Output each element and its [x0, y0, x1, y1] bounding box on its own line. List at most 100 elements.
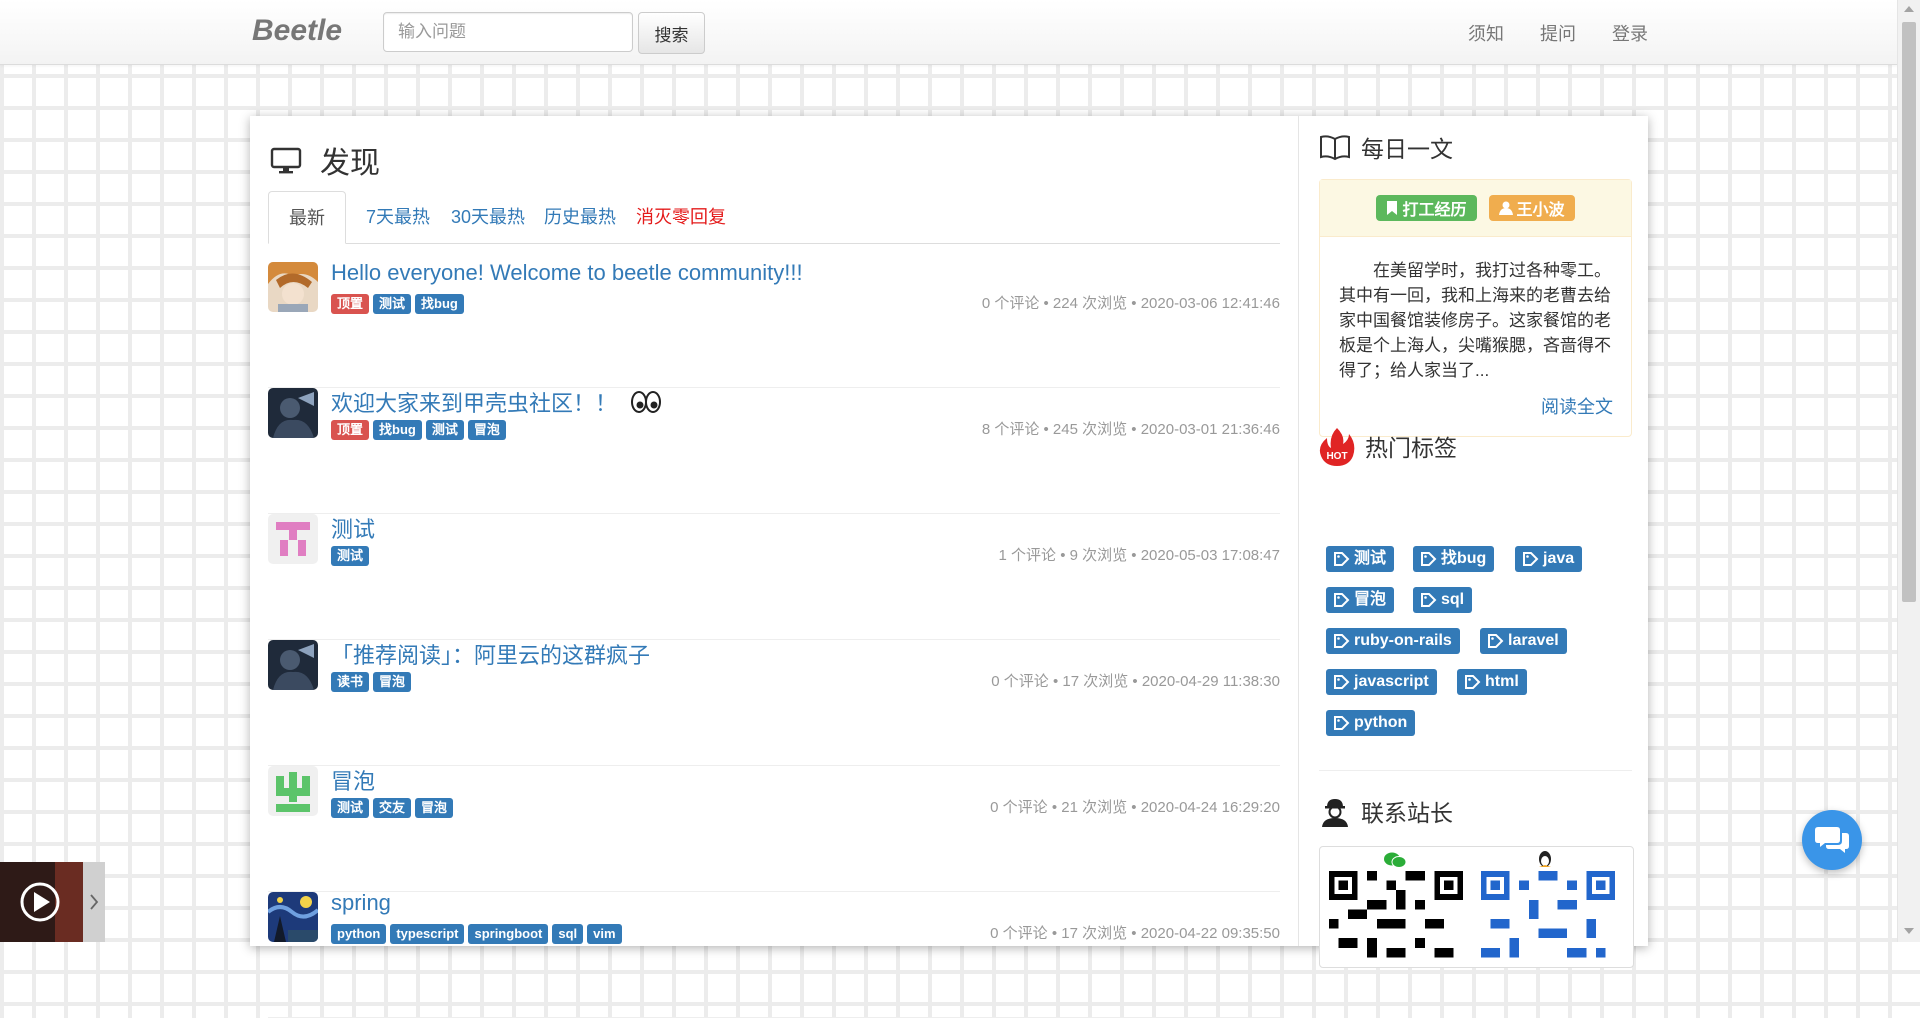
post-title[interactable]: Hello everyone! Welcome to beetle commun…: [331, 260, 803, 286]
post-item: Hello everyone! Welcome to beetle commun…: [268, 260, 1280, 388]
post-meta: 0 个评论 • 224 次浏览 • 2020-03-06 12:41:46: [981, 295, 1280, 312]
tag-badge[interactable]: 测试: [331, 798, 370, 818]
hot-tag[interactable]: 测试: [1326, 546, 1395, 572]
avatar[interactable]: [268, 388, 318, 438]
hot-tag[interactable]: 冒泡: [1326, 587, 1395, 613]
search-button[interactable]: 搜索: [638, 12, 705, 54]
tag-badge[interactable]: python: [331, 924, 387, 944]
tag-badge[interactable]: 找bug: [373, 420, 422, 440]
qq-penguin-icon: [1539, 851, 1551, 867]
hot-tag[interactable]: javascript: [1326, 669, 1437, 695]
qq-qr-code: [1480, 871, 1616, 967]
tag-badge[interactable]: vim: [587, 924, 622, 944]
tag-badge[interactable]: 顶置: [331, 420, 370, 440]
nav-link-ask[interactable]: 提问: [1540, 20, 1576, 46]
post-feed-column: 发现 最新 7天最热 30天最热 历史最热 消灭零回复 Hello everyo…: [250, 116, 1298, 1018]
avatar-green-identicon: [268, 766, 318, 816]
author-label[interactable]: 王小波: [1488, 195, 1575, 221]
tag-icon: [1421, 552, 1437, 566]
contact-heading: 联系站长: [1319, 794, 1453, 828]
tag-icon: [1523, 552, 1539, 566]
tag-badge[interactable]: 交友: [373, 798, 412, 818]
music-player-widget[interactable]: [0, 862, 83, 942]
avatar[interactable]: [268, 640, 318, 690]
post-title[interactable]: spring: [331, 890, 391, 916]
post-tags: 顶置 找bug 测试 冒泡: [331, 420, 506, 440]
monitor-icon: [270, 147, 302, 174]
tag-badge[interactable]: sql: [552, 924, 584, 944]
scroll-up-arrow[interactable]: [1904, 6, 1914, 12]
avatar-starry-night: [268, 892, 318, 942]
avatar-dark-photo: [268, 640, 318, 690]
tag-badge[interactable]: 冒泡: [373, 672, 412, 692]
page-scrollbar[interactable]: [1897, 0, 1920, 942]
post-meta: 0 个评论 • 17 次浏览 • 2020-04-22 09:35:50: [990, 925, 1280, 942]
post-item: 「推荐阅读」：阿里云的这群疯子 读书 冒泡 0 个评论 • 17 次浏览 • 2…: [268, 640, 1280, 766]
avatar[interactable]: [268, 892, 318, 942]
category-label[interactable]: 打工经历: [1376, 195, 1477, 221]
right-sidebar: 每日一文 打工经历 王小波 在美留学时，我打过各种零工。其中有一回，我和上海来的…: [1298, 116, 1649, 968]
top-navbar: Beetle 搜索 须知 提问 登录: [0, 0, 1898, 65]
page-title: 发现: [270, 140, 380, 180]
scroll-thumb[interactable]: [1902, 22, 1916, 602]
post-item: spring python typescript springboot sql …: [268, 890, 1280, 1018]
user-icon: [1498, 201, 1513, 215]
tag-badge[interactable]: 测试: [373, 294, 412, 314]
post-item: 冒泡 测试 交友 冒泡 0 个评论 • 21 次浏览 • 2020-04-24 …: [268, 766, 1280, 892]
nav-link-notice[interactable]: 须知: [1468, 20, 1504, 46]
tag-icon: [1334, 593, 1350, 607]
scroll-down-arrow[interactable]: [1904, 928, 1914, 934]
daily-article-card: 打工经历 王小波 在美留学时，我打过各种零工。其中有一回，我和上海来的老曹去给家…: [1319, 179, 1632, 437]
post-meta: 1 个评论 • 9 次浏览 • 2020-05-03 17:08:47: [998, 547, 1280, 564]
avatar-dark-photo: [268, 388, 318, 438]
tag-badge[interactable]: typescript: [390, 924, 465, 944]
daily-article-header: 打工经历 王小波: [1320, 180, 1631, 237]
avatar[interactable]: [268, 262, 318, 312]
feed-tabs: 最新 7天最热 30天最热 历史最热 消灭零回复: [268, 191, 1280, 244]
post-title[interactable]: 冒泡: [331, 764, 375, 796]
post-title[interactable]: 「推荐阅读」：阿里云的这群疯子: [331, 638, 650, 670]
svg-text:HOT: HOT: [1326, 451, 1347, 462]
tag-icon: [1334, 716, 1350, 730]
post-title[interactable]: 欢迎大家来到甲壳虫社区！！: [331, 386, 662, 418]
avatar[interactable]: [268, 514, 318, 564]
hot-tag[interactable]: java: [1515, 546, 1583, 572]
tag-badge[interactable]: 读书: [331, 672, 370, 692]
tag-badge[interactable]: 找bug: [415, 294, 464, 314]
eyes-icon: [631, 391, 662, 413]
avatar[interactable]: [268, 766, 318, 816]
hot-tag[interactable]: python: [1326, 710, 1416, 736]
daily-excerpt: 在美留学时，我打过各种零工。其中有一回，我和上海来的老曹去给家中国餐馆装修房子。…: [1339, 261, 1611, 380]
tag-icon: [1334, 675, 1350, 689]
chevron-right-icon: [90, 894, 99, 910]
search-input[interactable]: [383, 12, 633, 52]
tag-badge[interactable]: 冒泡: [415, 798, 454, 818]
admin-user-icon: [1322, 799, 1348, 827]
post-title[interactable]: 测试: [331, 512, 375, 544]
hot-tag[interactable]: html: [1457, 669, 1527, 695]
chat-button[interactable]: [1802, 810, 1862, 870]
tag-badge[interactable]: 顶置: [331, 294, 370, 314]
tab-latest[interactable]: 最新: [268, 191, 346, 244]
tag-icon: [1334, 634, 1350, 648]
tag-badge[interactable]: 冒泡: [467, 420, 506, 440]
read-more-link[interactable]: 阅读全文: [1541, 393, 1613, 419]
brand-logo[interactable]: Beetle: [252, 14, 342, 48]
hot-tags-heading: HOT 热门标签: [1319, 426, 1457, 466]
wechat-icon: [1384, 852, 1406, 868]
nav-link-login[interactable]: 登录: [1612, 20, 1648, 46]
post-item: 欢迎大家来到甲壳虫社区！！ 顶置 找bug 测试 冒泡 8 个评论 • 245 …: [268, 388, 1280, 514]
tag-badge[interactable]: 测试: [331, 546, 370, 566]
hot-tag[interactable]: ruby-on-rails: [1326, 628, 1460, 654]
tab-zero-reply[interactable]: 消灭零回复: [616, 191, 746, 243]
section-divider: [1319, 770, 1632, 771]
player-expand-arrow[interactable]: [83, 862, 105, 942]
post-tags: 测试: [331, 546, 370, 566]
tag-badge[interactable]: springboot: [468, 924, 549, 944]
tag-badge[interactable]: 测试: [425, 420, 464, 440]
hot-tag[interactable]: 找bug: [1413, 546, 1495, 572]
post-meta: 0 个评论 • 21 次浏览 • 2020-04-24 16:29:20: [990, 799, 1280, 816]
hot-tag[interactable]: sql: [1413, 587, 1473, 613]
hot-tag[interactable]: laravel: [1480, 628, 1567, 654]
qr-code-panel: [1319, 846, 1634, 968]
